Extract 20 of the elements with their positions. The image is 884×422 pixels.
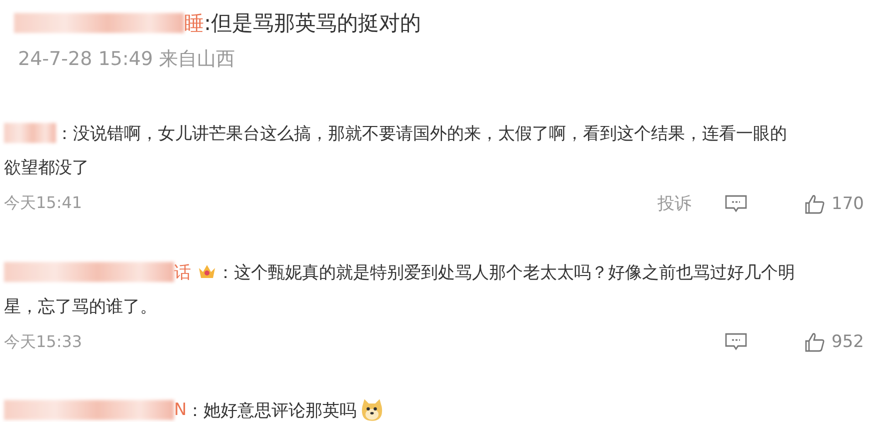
reply-text: :但是骂那英骂的挺对的 bbox=[204, 10, 422, 37]
post-meta: 24-7-28 15:49 来自山西 bbox=[17, 47, 236, 72]
comment-time: 今天15:33 bbox=[4, 332, 82, 352]
username-tail[interactable]: N bbox=[174, 400, 187, 420]
comment-text: 星，忘了骂的谁了。 bbox=[4, 296, 157, 318]
comment-text: ：没说错啊，女儿讲芒果台这么搞，那就不要请国外的来，太假了啊，看到这个结果，连看一眼的 bbox=[56, 122, 787, 144]
comment-icon[interactable] bbox=[724, 332, 748, 352]
comment-text: 欲望都没了 bbox=[4, 156, 89, 178]
like-button[interactable]: 170 bbox=[804, 192, 864, 214]
report-link[interactable]: 投诉 bbox=[658, 192, 692, 215]
username-tail[interactable]: 话 bbox=[174, 260, 191, 284]
comment-text: ：她好意思评论那英吗 bbox=[186, 400, 357, 422]
comment-text: ：这个甄妮真的就是特别爱到处骂人那个老太太吗？好像之前也骂过好几个明 bbox=[217, 262, 795, 284]
thumbs-up-icon bbox=[804, 331, 826, 353]
comment-icon[interactable] bbox=[724, 194, 748, 214]
username-tail[interactable]: 睡 bbox=[184, 10, 204, 36]
comment-time: 今天15:41 bbox=[4, 193, 82, 214]
thumbs-up-icon bbox=[804, 192, 826, 214]
like-button[interactable]: 952 bbox=[804, 331, 864, 353]
blurred-name bbox=[4, 123, 56, 143]
